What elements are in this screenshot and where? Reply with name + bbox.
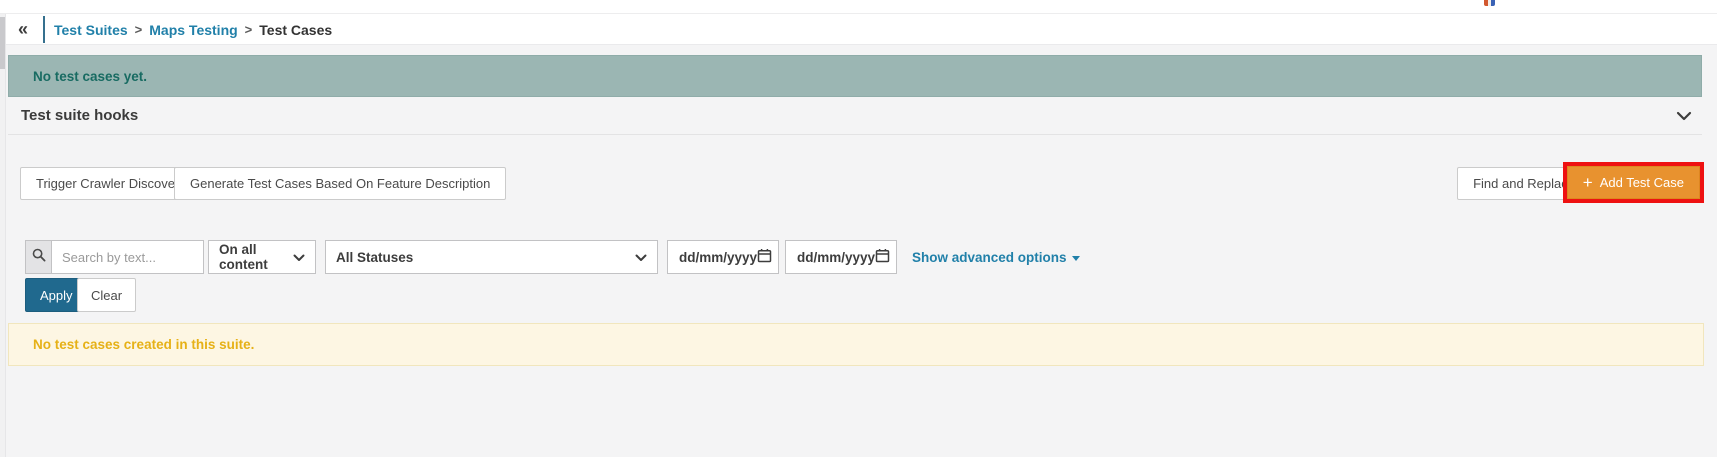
- date-from-placeholder: dd/mm/yyyy: [679, 250, 757, 265]
- caret-down-icon: [1072, 256, 1080, 261]
- warning-banner: No test cases created in this suite.: [8, 323, 1704, 366]
- date-from-input[interactable]: dd/mm/yyyy: [667, 240, 779, 274]
- chevron-down-icon[interactable]: [1676, 111, 1692, 121]
- add-test-case-button[interactable]: + Add Test Case: [1567, 166, 1700, 199]
- search-scope-select[interactable]: On all content: [208, 240, 316, 274]
- status-select[interactable]: All Statuses: [325, 240, 658, 274]
- search-input[interactable]: [52, 241, 203, 273]
- date-to-placeholder: dd/mm/yyyy: [797, 250, 875, 265]
- add-test-case-label: Add Test Case: [1600, 175, 1684, 190]
- date-to-input[interactable]: dd/mm/yyyy: [785, 240, 897, 274]
- top-strip: [0, 0, 1717, 14]
- left-rail[interactable]: [0, 14, 6, 457]
- breadcrumb-test-cases: Test Cases: [259, 22, 332, 38]
- breadcrumb-divider: [43, 16, 45, 43]
- search-field-wrap: [51, 240, 204, 274]
- breadcrumb-separator: >: [135, 22, 143, 37]
- breadcrumb-row: « Test Suites > Maps Testing > Test Case…: [6, 14, 1717, 45]
- breadcrumb: Test Suites > Maps Testing > Test Cases: [54, 14, 332, 45]
- chevron-down-icon: [293, 250, 305, 265]
- search-button[interactable]: [25, 240, 51, 274]
- show-advanced-options-link[interactable]: Show advanced options: [912, 240, 1080, 274]
- add-test-case-highlight: + Add Test Case: [1563, 162, 1704, 203]
- hooks-title: Test suite hooks: [21, 107, 138, 124]
- plus-icon: +: [1583, 174, 1593, 191]
- collapse-icon: «: [18, 19, 28, 40]
- scrollbar-thumb[interactable]: [0, 17, 5, 69]
- info-banner: No test cases yet.: [8, 55, 1702, 97]
- show-advanced-options-label: Show advanced options: [912, 250, 1067, 265]
- test-cases-page: « Test Suites > Maps Testing > Test Case…: [0, 0, 1717, 457]
- search-icon: [32, 248, 46, 267]
- partial-cutoff-icon: [1484, 0, 1495, 6]
- test-suite-hooks-header[interactable]: Test suite hooks: [8, 97, 1702, 135]
- chevron-down-icon: [635, 250, 647, 265]
- calendar-icon[interactable]: [875, 248, 890, 266]
- warning-banner-text: No test cases created in this suite.: [33, 337, 254, 352]
- breadcrumb-separator: >: [245, 22, 253, 37]
- breadcrumb-maps-testing[interactable]: Maps Testing: [149, 22, 237, 38]
- calendar-icon[interactable]: [757, 248, 772, 266]
- clear-button[interactable]: Clear: [77, 278, 136, 312]
- breadcrumb-test-suites[interactable]: Test Suites: [54, 22, 128, 38]
- search-scope-value: On all content: [219, 242, 293, 272]
- status-value: All Statuses: [336, 250, 413, 265]
- info-banner-text: No test cases yet.: [33, 69, 147, 84]
- sidebar-collapse-button[interactable]: «: [14, 14, 32, 45]
- generate-test-cases-button[interactable]: Generate Test Cases Based On Feature Des…: [174, 167, 506, 200]
